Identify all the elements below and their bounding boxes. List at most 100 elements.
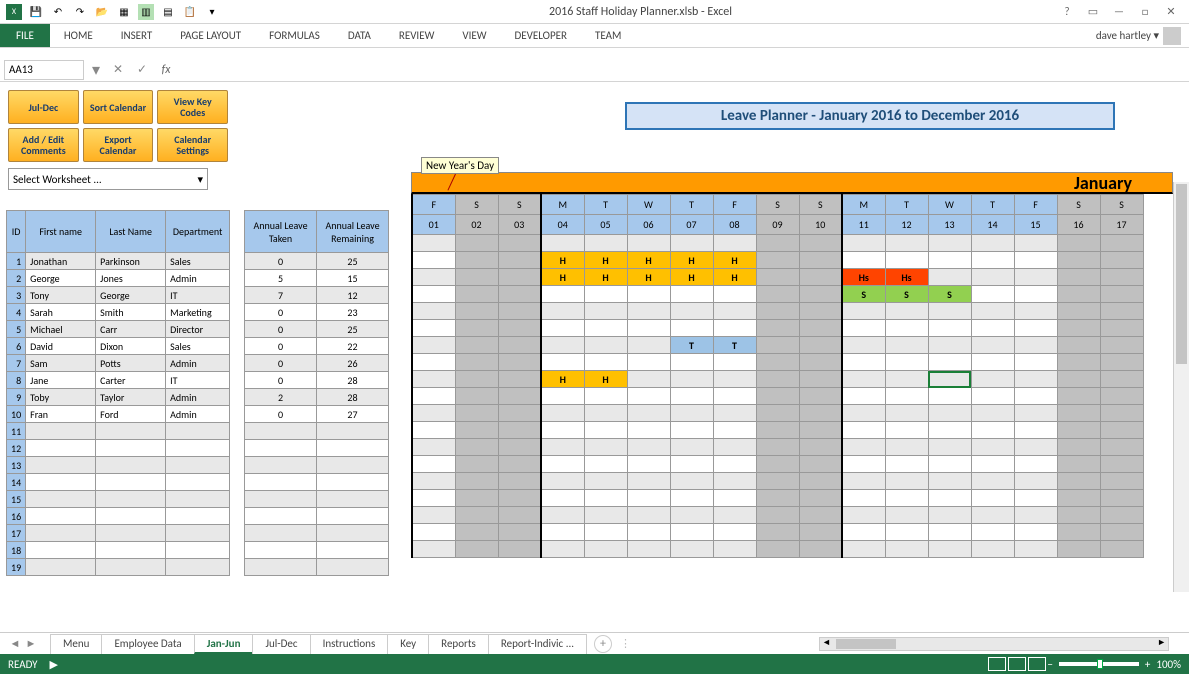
ribbon-tab-view[interactable]: VIEW (448, 24, 500, 47)
zoom-in-icon[interactable]: + (1145, 658, 1150, 671)
cal-cell[interactable] (756, 456, 799, 473)
cal-cell[interactable] (842, 235, 885, 252)
page-break-view-icon[interactable] (1028, 657, 1046, 671)
cal-cell[interactable] (412, 286, 455, 303)
cal-cell[interactable] (928, 541, 971, 558)
emp-row[interactable]: 4SarahSmithMarketing (7, 304, 230, 321)
cal-cell[interactable] (971, 388, 1014, 405)
cal-cell[interactable] (713, 473, 756, 490)
cal-cell[interactable]: H (713, 252, 756, 269)
cal-cell[interactable] (455, 473, 498, 490)
emp-row-empty[interactable]: 17 (7, 525, 230, 542)
cal-cell[interactable] (971, 354, 1014, 371)
cal-cell[interactable] (584, 473, 627, 490)
emp-row[interactable]: 6DavidDixonSales (7, 338, 230, 355)
cal-cell[interactable] (1014, 303, 1057, 320)
cal-cell[interactable] (670, 473, 713, 490)
cal-cell[interactable] (627, 371, 670, 388)
cal-cell[interactable] (1014, 405, 1057, 422)
leave-row-empty[interactable] (245, 525, 389, 542)
cal-cell[interactable]: H (584, 252, 627, 269)
leave-header[interactable]: Annual Leave Taken (245, 211, 317, 253)
ribbon-tab-data[interactable]: DATA (334, 24, 385, 47)
cal-cell[interactable] (455, 371, 498, 388)
cal-cell[interactable] (670, 405, 713, 422)
cal-cell[interactable] (971, 405, 1014, 422)
user-name[interactable]: dave hartley ▾ (1096, 29, 1159, 42)
cal-cell[interactable] (713, 354, 756, 371)
cal-cell[interactable] (541, 439, 584, 456)
cal-cell[interactable] (670, 303, 713, 320)
cal-cell[interactable] (842, 388, 885, 405)
cal-cell[interactable] (885, 524, 928, 541)
cal-cell[interactable] (412, 354, 455, 371)
cal-cell[interactable] (1014, 388, 1057, 405)
ribbon-tab-page-layout[interactable]: PAGE LAYOUT (166, 24, 255, 47)
cal-row[interactable] (412, 320, 1143, 337)
cal-cell[interactable] (885, 354, 928, 371)
cal-cell[interactable] (756, 269, 799, 286)
cal-day-header[interactable]: M (842, 195, 885, 215)
cal-cell[interactable] (412, 507, 455, 524)
cal-cell[interactable] (584, 320, 627, 337)
cal-cell[interactable] (928, 422, 971, 439)
cal-date-header[interactable]: 01 (412, 215, 455, 235)
emp-row[interactable]: 5MichaelCarrDirector (7, 321, 230, 338)
cal-cell[interactable] (1100, 422, 1143, 439)
cal-cell[interactable] (584, 354, 627, 371)
cal-cell[interactable] (455, 456, 498, 473)
cal-cell[interactable] (1100, 541, 1143, 558)
cal-cell[interactable] (1057, 269, 1100, 286)
emp-row-empty[interactable]: 14 (7, 474, 230, 491)
cal-cell[interactable] (1014, 490, 1057, 507)
cal-cell[interactable] (455, 405, 498, 422)
cal-cell[interactable] (627, 286, 670, 303)
leave-row-empty[interactable] (245, 440, 389, 457)
leave-row[interactable]: 515 (245, 270, 389, 287)
cal-cell[interactable] (498, 456, 541, 473)
leave-header[interactable]: Annual Leave Remaining (317, 211, 389, 253)
cal-cell[interactable] (455, 507, 498, 524)
cal-cell[interactable] (842, 507, 885, 524)
cal-row[interactable]: TT (412, 337, 1143, 354)
cal-cell[interactable] (1057, 354, 1100, 371)
cal-cell[interactable] (799, 507, 842, 524)
cal-cell[interactable] (1014, 337, 1057, 354)
sheet-tab-key[interactable]: Key (387, 634, 429, 654)
cal-cell[interactable] (1100, 405, 1143, 422)
cal-cell[interactable] (498, 354, 541, 371)
leave-row-empty[interactable] (245, 474, 389, 491)
cal-cell[interactable] (756, 371, 799, 388)
cancel-formula-icon[interactable]: ✕ (108, 62, 128, 77)
cal-cell[interactable] (756, 422, 799, 439)
leave-row[interactable]: 228 (245, 389, 389, 406)
emp-row[interactable]: 3TonyGeorgeIT (7, 287, 230, 304)
cal-row[interactable] (412, 388, 1143, 405)
cal-cell[interactable] (713, 371, 756, 388)
cal-cell[interactable] (541, 337, 584, 354)
cal-cell[interactable] (627, 473, 670, 490)
zoom-slider[interactable] (1059, 662, 1139, 666)
cal-cell[interactable] (971, 303, 1014, 320)
cal-day-header[interactable]: T (584, 195, 627, 215)
cal-cell[interactable] (885, 405, 928, 422)
cal-cell[interactable] (498, 422, 541, 439)
cal-date-header[interactable]: 07 (670, 215, 713, 235)
cal-cell[interactable] (799, 541, 842, 558)
cal-cell[interactable]: T (713, 337, 756, 354)
normal-view-icon[interactable] (988, 657, 1006, 671)
cal-cell[interactable] (412, 541, 455, 558)
cal-cell[interactable] (971, 507, 1014, 524)
cal-cell[interactable] (885, 388, 928, 405)
cal-cell[interactable] (412, 456, 455, 473)
cal-cell[interactable] (799, 286, 842, 303)
macro-button-add-edit-comments[interactable]: Add / Edit Comments (8, 128, 79, 162)
emp-row[interactable]: 7SamPottsAdmin (7, 355, 230, 372)
cal-cell[interactable] (455, 303, 498, 320)
cal-cell[interactable] (412, 422, 455, 439)
cal-cell[interactable] (670, 541, 713, 558)
cal-cell[interactable] (455, 286, 498, 303)
cal-cell[interactable] (584, 388, 627, 405)
cal-cell[interactable] (842, 524, 885, 541)
cal-cell[interactable] (842, 541, 885, 558)
